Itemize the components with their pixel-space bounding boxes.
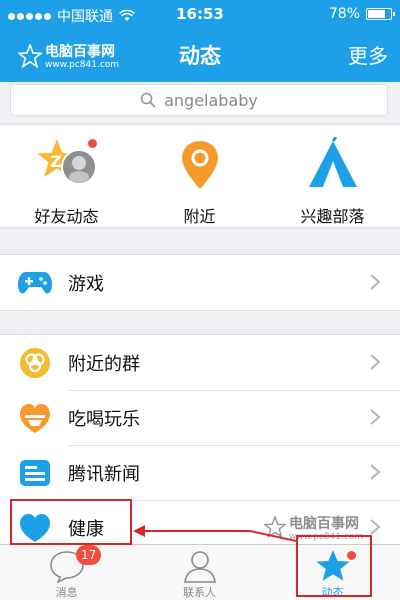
annotation-arrow — [133, 525, 297, 542]
